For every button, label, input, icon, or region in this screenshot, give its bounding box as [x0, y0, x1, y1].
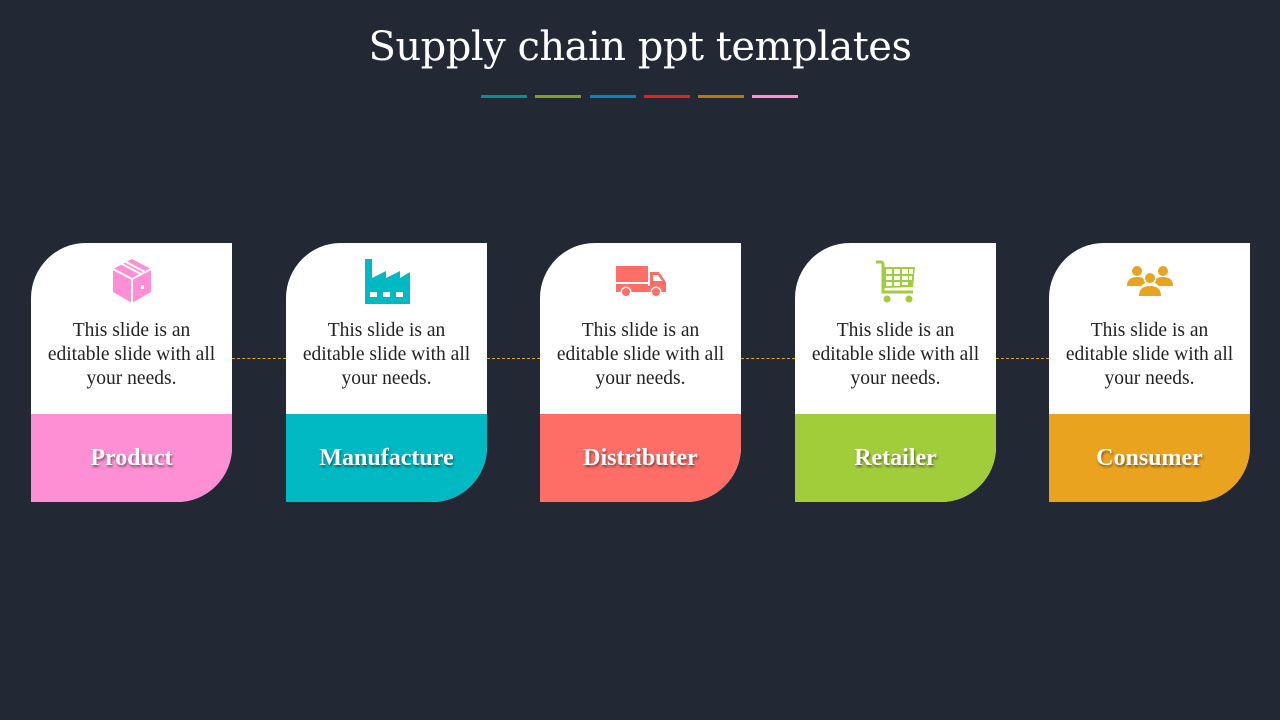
- underline-segment-5: [698, 95, 744, 98]
- card-retailer: This slide is an editable slide with all…: [795, 243, 996, 502]
- connector-line-3: [741, 358, 795, 359]
- people-group-icon: [1049, 257, 1250, 305]
- card-consumer: This slide is an editable slide with all…: [1049, 243, 1250, 502]
- connector-line-1: [232, 358, 286, 359]
- shopping-cart-icon: [795, 257, 996, 305]
- underline-segment-4: [644, 95, 690, 98]
- underline-segment-3: [590, 95, 636, 98]
- delivery-truck-icon: [540, 257, 741, 305]
- card-description: This slide is an editable slide with all…: [302, 320, 471, 389]
- card-label: Distributer: [583, 444, 698, 471]
- connector-line-2: [487, 358, 540, 359]
- card-footer: Manufacture: [286, 414, 487, 502]
- card-description: This slide is an editable slide with all…: [47, 320, 216, 389]
- card-footer: Distributer: [540, 414, 741, 502]
- factory-icon: [286, 257, 487, 305]
- card-label: Product: [90, 444, 173, 471]
- package-box-icon: [31, 257, 232, 305]
- underline-segment-2: [535, 95, 581, 98]
- card-label: Consumer: [1096, 444, 1203, 471]
- card-description: This slide is an editable slide with all…: [1065, 320, 1234, 389]
- card-description: This slide is an editable slide with all…: [811, 320, 980, 389]
- card-footer: Product: [31, 414, 232, 502]
- card-label: Retailer: [854, 444, 937, 471]
- card-label: Manufacture: [319, 444, 454, 471]
- card-manufacture: This slide is an editable slide with all…: [286, 243, 487, 502]
- connector-line-4: [996, 358, 1049, 359]
- card-footer: Retailer: [795, 414, 996, 502]
- card-footer: Consumer: [1049, 414, 1250, 502]
- underline-segment-6: [752, 95, 798, 98]
- card-description: This slide is an editable slide with all…: [556, 320, 725, 389]
- card-distributer: This slide is an editable slide with all…: [540, 243, 741, 502]
- underline-segment-1: [481, 95, 527, 98]
- card-product: This slide is an editable slide with all…: [31, 243, 232, 502]
- slide-title: Supply chain ppt templates: [368, 24, 912, 70]
